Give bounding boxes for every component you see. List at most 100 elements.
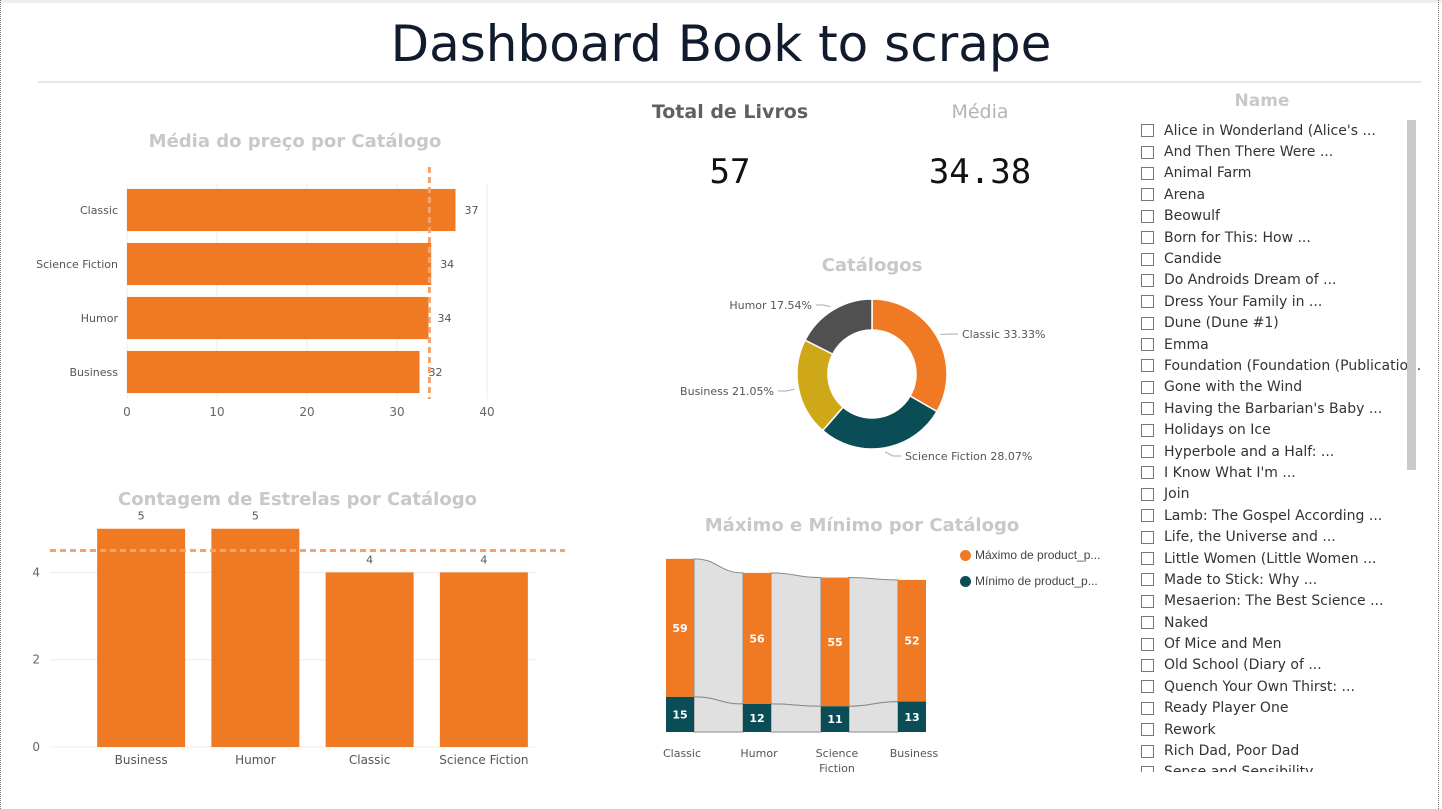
ribbon-max-data-label: 56: [749, 632, 765, 645]
slicer-item-label: I Know What I'm ...: [1164, 464, 1296, 481]
name-slicer-list[interactable]: Alice in Wonderland (Alice's ... And Then…: [1137, 120, 1420, 772]
slicer-item[interactable]: Foundation (Foundation (Publicatio...: [1137, 355, 1420, 376]
slicer-checkbox[interactable]: [1141, 295, 1154, 309]
ribbon-category-label: Science: [816, 747, 859, 760]
slicer-item[interactable]: Of Mice and Men: [1137, 633, 1420, 654]
slicer-item[interactable]: Holidays on Ice: [1137, 419, 1420, 440]
slicer-item-label: Of Mice and Men: [1164, 636, 1282, 653]
slicer-item[interactable]: Dress Your Family in ...: [1137, 291, 1420, 312]
slicer-checkbox[interactable]: [1141, 145, 1154, 159]
slicer-item[interactable]: I Know What I'm ...: [1137, 462, 1420, 483]
slicer-item[interactable]: Join: [1137, 484, 1420, 505]
slicer-item[interactable]: Naked: [1137, 612, 1420, 633]
slicer-checkbox[interactable]: [1141, 744, 1154, 758]
slicer-item-label: Quench Your Own Thirst: ...: [1164, 678, 1355, 695]
slicer-item[interactable]: Having the Barbarian's Baby ...: [1137, 398, 1420, 419]
slicer-checkbox[interactable]: [1141, 680, 1154, 694]
slicer-checkbox[interactable]: [1141, 423, 1154, 437]
legend-min-label: Mínimo de product_p...: [975, 574, 1098, 588]
ribbon-min-data-label: 15: [672, 708, 687, 721]
ribbon-category-label: Business: [890, 747, 939, 760]
slicer-checkbox[interactable]: [1141, 658, 1154, 672]
slicer-checkbox[interactable]: [1141, 166, 1154, 180]
slicer-item-label: Rework: [1164, 721, 1216, 738]
slicer-checkbox[interactable]: [1141, 637, 1154, 651]
slicer-checkbox[interactable]: [1141, 231, 1154, 245]
slicer-checkbox[interactable]: [1141, 466, 1154, 480]
slicer-checkbox[interactable]: [1141, 594, 1154, 608]
slicer-checkbox[interactable]: [1141, 380, 1154, 394]
slicer-checkbox[interactable]: [1141, 573, 1154, 587]
slicer-item[interactable]: Old School (Diary of ...: [1137, 655, 1420, 676]
slicer-item-label: Born for This: How ...: [1164, 229, 1311, 246]
slicer-item[interactable]: Quench Your Own Thirst: ...: [1137, 676, 1420, 697]
slicer-item[interactable]: Mesaerion: The Best Science ...: [1137, 591, 1420, 612]
legend-max-dot-icon: [960, 549, 971, 561]
slicer-item-label: Dress Your Family in ...: [1164, 293, 1323, 310]
slicer-item[interactable]: Rich Dad, Poor Dad: [1137, 740, 1420, 761]
slicer-item-label: Beowulf: [1164, 208, 1220, 225]
slicer-item-label: Alice in Wonderland (Alice's ...: [1164, 122, 1376, 139]
slicer-checkbox[interactable]: [1141, 723, 1154, 737]
legend-item-max[interactable]: Máximo de product_p...: [960, 548, 1100, 562]
slicer-item-label: Dune (Dune #1): [1164, 315, 1279, 332]
ribbon-max-data-label: 55: [827, 636, 842, 649]
slicer-item-label: Gone with the Wind: [1164, 379, 1303, 396]
slicer-item-label: Old School (Diary of ...: [1164, 657, 1322, 674]
slicer-item[interactable]: Gone with the Wind: [1137, 377, 1420, 398]
slicer-item-label: Animal Farm: [1164, 165, 1252, 182]
slicer-checkbox[interactable]: [1141, 124, 1154, 138]
slicer-item[interactable]: Emma: [1137, 334, 1420, 355]
slicer-item-label: Made to Stick: Why ...: [1164, 571, 1318, 588]
slicer-checkbox[interactable]: [1141, 616, 1154, 630]
slicer-item[interactable]: Arena: [1137, 184, 1420, 205]
slicer-checkbox[interactable]: [1141, 552, 1154, 565]
ribbon-max-connector: [693, 558, 744, 705]
slicer-item[interactable]: Little Women (Little Women ...: [1137, 548, 1420, 569]
slicer-item[interactable]: Life, the Universe and ...: [1137, 526, 1420, 547]
ribbon-min-data-label: 12: [749, 712, 764, 725]
slicer-checkbox[interactable]: [1141, 402, 1154, 416]
ribbon-min-connector: [770, 703, 822, 733]
slicer-item[interactable]: Made to Stick: Why ...: [1137, 569, 1420, 590]
slicer-checkbox[interactable]: [1141, 509, 1154, 523]
slicer-checkbox[interactable]: [1141, 765, 1154, 772]
slicer-item[interactable]: Rework: [1137, 719, 1420, 740]
slicer-item[interactable]: Lamb: The Gospel According ...: [1137, 505, 1420, 526]
slicer-checkbox[interactable]: [1141, 530, 1154, 544]
slicer-item[interactable]: Beowulf: [1137, 206, 1420, 227]
slicer-item-label: Naked: [1164, 614, 1209, 631]
slicer-item[interactable]: And Then There Were ...: [1137, 141, 1420, 162]
slicer-item-label: Ready Player One: [1164, 700, 1289, 717]
slicer-item-label: Rich Dad, Poor Dad: [1164, 743, 1300, 760]
ribbon-min-data-label: 13: [904, 711, 919, 724]
slicer-checkbox[interactable]: [1141, 252, 1154, 266]
slicer-item[interactable]: Alice in Wonderland (Alice's ...: [1137, 120, 1420, 141]
slicer-item[interactable]: Ready Player One: [1137, 698, 1420, 719]
slicer-item[interactable]: Sense and Sensibility: [1137, 762, 1420, 772]
slicer-item-label: Foundation (Foundation (Publicatio...: [1164, 357, 1420, 374]
slicer-item[interactable]: Animal Farm: [1137, 163, 1420, 184]
slicer-item[interactable]: Do Androids Dream of ...: [1137, 270, 1420, 291]
slicer-item[interactable]: Candide: [1137, 248, 1420, 269]
legend-item-min[interactable]: Mínimo de product_p...: [960, 574, 1098, 588]
slicer-checkbox[interactable]: [1141, 487, 1154, 501]
slicer-checkbox[interactable]: [1141, 316, 1154, 330]
slicer-item-label: Holidays on Ice: [1164, 422, 1271, 439]
slicer-checkbox[interactable]: [1141, 188, 1154, 202]
slicer-checkbox[interactable]: [1141, 701, 1154, 715]
slicer-checkbox[interactable]: [1141, 273, 1154, 287]
slicer-scrollbar[interactable]: [1407, 120, 1416, 470]
slicer-checkbox[interactable]: [1141, 359, 1154, 373]
slicer-item[interactable]: Born for This: How ...: [1137, 227, 1420, 248]
slicer-item-label: Join: [1164, 486, 1190, 503]
slicer-item-label: Hyperbole and a Half: ...: [1164, 443, 1335, 460]
slicer-checkbox[interactable]: [1141, 445, 1154, 459]
slicer-item[interactable]: Dune (Dune #1): [1137, 313, 1420, 334]
ribbon-min-connector: [848, 701, 899, 733]
slicer-checkbox[interactable]: [1141, 338, 1154, 352]
slicer-checkbox[interactable]: [1141, 209, 1154, 223]
ribbon-max-data-label: 52: [904, 635, 919, 648]
slicer-item[interactable]: Hyperbole and a Half: ...: [1137, 441, 1420, 462]
slicer-item-label: Life, the Universe and ...: [1164, 529, 1336, 546]
